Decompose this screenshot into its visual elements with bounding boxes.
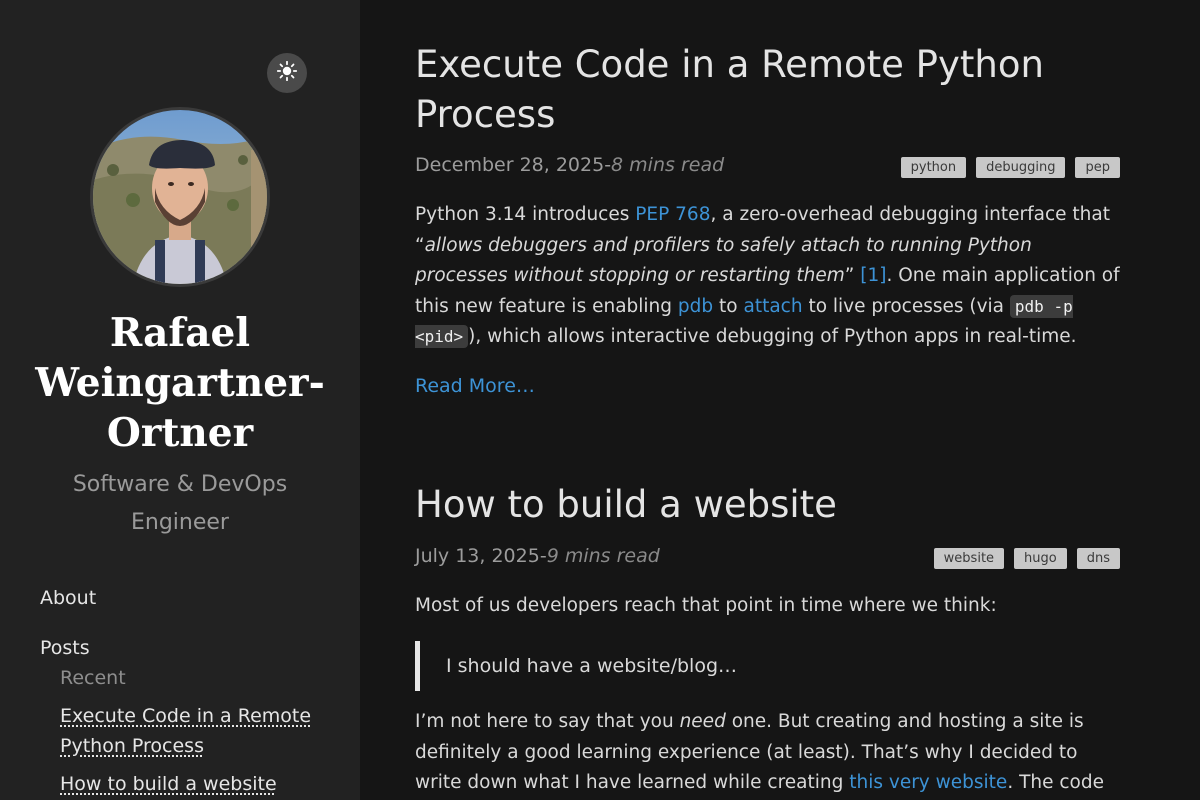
tag[interactable]: dns <box>1076 548 1120 569</box>
read-time: 8 mins read <box>611 154 725 176</box>
post-intro: Most of us developers reach that point i… <box>415 595 997 616</box>
this-website-link[interactable]: this very website <box>849 772 1007 793</box>
read-more-link[interactable]: Read More… <box>415 374 535 398</box>
tag[interactable]: website <box>933 548 1005 569</box>
blockquote: I should have a website/blog… <box>415 641 1120 691</box>
text: to live processes (via <box>802 295 1010 317</box>
post-excerpt: Python 3.14 introduces PEP 768, a zero-o… <box>415 200 1120 353</box>
author-name: Rafael Weingartner-Ortner <box>35 310 325 456</box>
nav-recent-heading: Recent <box>60 667 126 689</box>
tag[interactable]: python <box>900 157 967 178</box>
text: to <box>713 295 744 317</box>
theme-toggle-button[interactable] <box>267 53 307 93</box>
avatar <box>90 107 270 287</box>
tag-list: website hugo dns <box>933 548 1120 569</box>
post-meta: July 13, 2025-9 mins read <box>415 544 660 568</box>
nav-about-link[interactable]: About <box>40 583 96 613</box>
tag[interactable]: debugging <box>976 157 1066 178</box>
nav-posts-link[interactable]: Posts <box>40 633 90 663</box>
text: ” <box>844 265 861 286</box>
tag-list: python debugging pep <box>900 157 1120 178</box>
nav-recent-post-link[interactable]: How to build a website <box>60 769 320 799</box>
emphasis: need <box>679 711 726 732</box>
sidebar: Rafael Weingartner-Ortner Software & Dev… <box>0 0 360 800</box>
author-role: Software & DevOps Engineer <box>72 472 288 535</box>
post-date: July 13, 2025 <box>415 545 540 567</box>
tag[interactable]: hugo <box>1014 548 1067 569</box>
pdb-link[interactable]: pdb <box>678 296 713 317</box>
post-date: December 28, 2025 <box>415 154 605 176</box>
tag[interactable]: pep <box>1075 157 1120 178</box>
text: Python 3.14 introduces <box>415 204 636 225</box>
footnote-link[interactable]: [1] <box>860 265 886 286</box>
post-title[interactable]: How to build a website <box>415 480 1120 530</box>
text: I’m not here to say that you <box>415 711 680 732</box>
text: ), which allows interactive debugging of… <box>468 326 1077 347</box>
post-title[interactable]: Execute Code in a Remote Python Process <box>415 40 1120 140</box>
sun-icon <box>276 60 298 85</box>
post-body: I’m not here to say that you need one. B… <box>415 707 1120 800</box>
post-meta: December 28, 2025-8 mins read <box>415 153 724 177</box>
attach-link[interactable]: attach <box>743 296 802 317</box>
meta-separator: - <box>539 545 547 567</box>
read-time: 9 mins read <box>546 545 660 567</box>
nav-recent-post-link[interactable]: Execute Code in a Remote Python Process <box>60 701 320 761</box>
pep-768-link[interactable]: PEP 768 <box>635 204 710 225</box>
